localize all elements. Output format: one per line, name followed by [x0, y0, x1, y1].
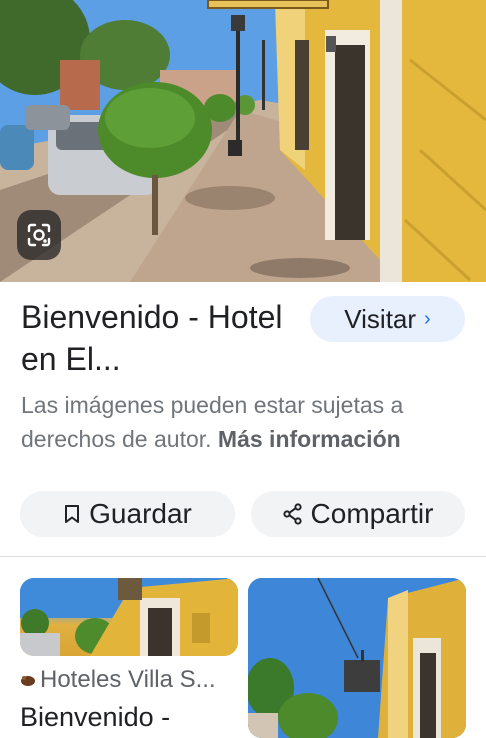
result-title: Bienvenido - Hotel en El... [21, 299, 283, 377]
google-lens-button[interactable] [17, 210, 61, 260]
related-image-1[interactable] [20, 578, 238, 656]
related-title[interactable]: Bienvenido - [20, 702, 170, 733]
street-photo [0, 0, 486, 282]
site-favicon-icon [21, 676, 35, 686]
visit-button[interactable]: Visitar › [310, 296, 465, 342]
bookmark-icon [65, 505, 80, 523]
share-icon [282, 503, 302, 525]
save-button[interactable]: Guardar [20, 491, 235, 537]
related-source-label: Hoteles Villa S... [40, 666, 216, 693]
lens-icon [27, 223, 51, 247]
copyright-disclaimer: Las imágenes pueden estar sujetas a dere… [21, 388, 471, 456]
section-divider [0, 556, 486, 557]
visit-button-label: Visitar [344, 303, 417, 334]
more-info-link[interactable]: Más información [218, 426, 401, 452]
chevron-right-icon: › [424, 307, 431, 330]
related-image-2[interactable] [248, 578, 466, 738]
save-label: Guardar [89, 498, 192, 529]
share-button[interactable]: Compartir [251, 491, 465, 537]
related-photo-1 [20, 578, 238, 656]
related-source: Hoteles Villa S... [20, 666, 238, 694]
hero-image[interactable] [0, 0, 486, 282]
related-photo-2 [248, 578, 466, 738]
share-label: Compartir [310, 498, 434, 529]
